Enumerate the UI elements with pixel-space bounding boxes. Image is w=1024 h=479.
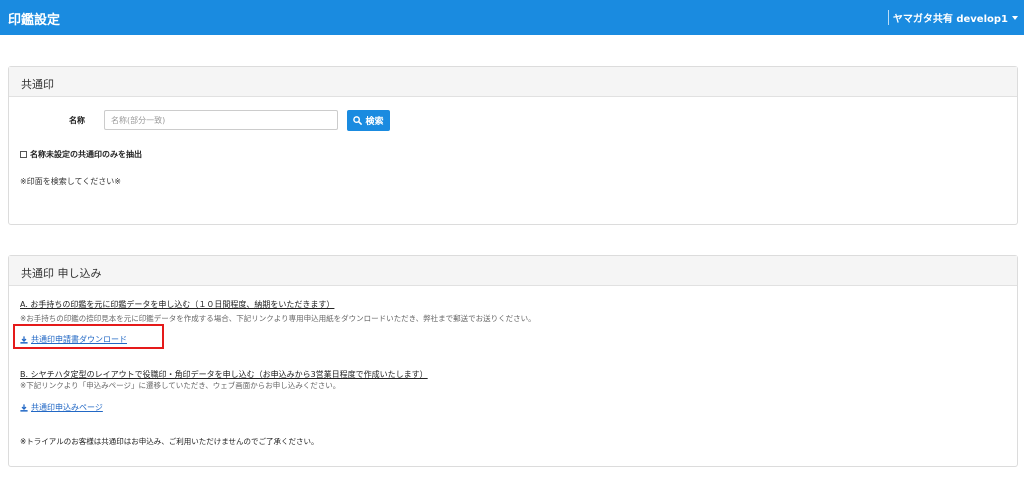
- name-search-input[interactable]: [104, 110, 338, 130]
- section-a-note: ※お手持ちの印鑑の捺印見本を元に印鑑データを作成する場合、下記リンクより専用申込…: [20, 314, 536, 323]
- application-form-download-link[interactable]: 共通印申請書ダウンロード: [20, 334, 127, 345]
- download-icon: [20, 403, 28, 412]
- section-b-note: ※下記リンクより「申込みページ」に遷移していただき、ウェブ画面からお申し込みくだ…: [20, 381, 341, 390]
- search-panel-heading: 共通印: [9, 67, 1017, 97]
- section-a-title: A. お手持ちの印鑑を元に印鑑データを申し込む（１０日間程度、納期をいただきます…: [20, 300, 335, 309]
- search-panel: 共通印 名称 検索 名称未設定の共通印のみを抽出 ※印面を検索してください※: [8, 66, 1018, 225]
- trial-note: ※トライアルのお客様は共通印はお申込み、ご利用いただけませんのでご了承ください。: [20, 437, 319, 446]
- user-name: ヤマガタ共有 develop1: [892, 14, 1008, 25]
- download-link-label: 共通印申請書ダウンロード: [31, 335, 127, 344]
- search-icon: [353, 116, 363, 125]
- name-label: 名称: [69, 116, 85, 125]
- search-button-label: 検索: [365, 116, 384, 126]
- apply-panel: 共通印 申し込み A. お手持ちの印鑑を元に印鑑データを申し込む（１０日間程度、…: [8, 255, 1018, 467]
- search-hint: ※印面を検索してください※: [20, 177, 121, 186]
- search-button[interactable]: 検索: [347, 110, 390, 131]
- caret-down-icon: [1012, 15, 1018, 20]
- apply-page-link[interactable]: 共通印申込みページ: [20, 402, 103, 413]
- unnamed-only-filter[interactable]: 名称未設定の共通印のみを抽出: [20, 149, 142, 160]
- unnamed-only-label: 名称未設定の共通印のみを抽出: [30, 150, 142, 159]
- download-icon: [20, 335, 28, 344]
- apply-panel-heading: 共通印 申し込み: [9, 256, 1017, 286]
- section-b-title: B. シヤチハタ定型のレイアウトで役職印・角印データを申し込む（お申込みから3営…: [20, 370, 428, 379]
- top-navbar: 印鑑設定 ヤマガタ共有 develop1: [0, 0, 1024, 35]
- user-menu[interactable]: ヤマガタ共有 develop1: [887, 10, 1018, 25]
- unnamed-only-checkbox[interactable]: [20, 151, 27, 158]
- apply-page-link-label: 共通印申込みページ: [31, 403, 103, 412]
- page-title: 印鑑設定: [8, 13, 61, 28]
